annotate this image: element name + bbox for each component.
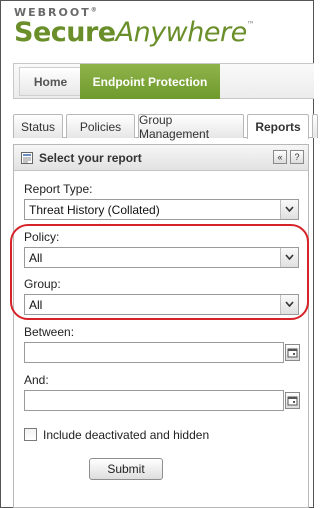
collapse-icon[interactable]: « <box>273 150 287 164</box>
chevron-down-icon[interactable] <box>280 200 298 219</box>
help-icon[interactable]: ? <box>290 150 304 164</box>
calendar-icon[interactable] <box>285 344 300 361</box>
report-type-select[interactable]: Threat History (Collated) <box>24 199 299 220</box>
highlight-annotation <box>10 224 309 320</box>
tab-policies[interactable]: Policies <box>66 114 135 138</box>
and-date-input[interactable] <box>24 390 284 411</box>
tab-overflow[interactable] <box>312 114 318 138</box>
and-label: And: <box>24 373 49 387</box>
include-deactivated-label[interactable]: Include deactivated and hidden <box>43 428 209 442</box>
panel-title: Select your report <box>39 151 142 165</box>
sub-tabs: Status Policies Group Management Reports <box>13 113 318 141</box>
tab-status[interactable]: Status <box>13 114 63 138</box>
nav-endpoint-protection-tab[interactable]: Endpoint Protection <box>80 64 220 99</box>
report-type-value: Threat History (Collated) <box>29 203 160 217</box>
webroot-logo: WEBROOT® SecureAnywhere™ <box>14 6 255 48</box>
tab-reports[interactable]: Reports <box>247 114 309 139</box>
top-navigation: Home Endpoint Protection <box>13 63 314 99</box>
between-label: Between: <box>24 325 75 339</box>
submit-button[interactable]: Submit <box>89 458 163 480</box>
include-deactivated-checkbox[interactable] <box>24 428 37 441</box>
report-type-label: Report Type: <box>24 182 93 196</box>
logo-secureanywhere-text: SecureAnywhere™ <box>14 17 255 48</box>
between-date-input[interactable] <box>24 342 284 363</box>
panel-header: Select your report « ? <box>14 145 308 171</box>
report-icon <box>21 152 33 164</box>
calendar-icon[interactable] <box>285 392 300 409</box>
nav-home-tab[interactable]: Home <box>19 67 82 96</box>
tab-group-management[interactable]: Group Management <box>138 113 244 141</box>
report-panel: Select your report « ? Report Type: Thre… <box>13 144 309 508</box>
